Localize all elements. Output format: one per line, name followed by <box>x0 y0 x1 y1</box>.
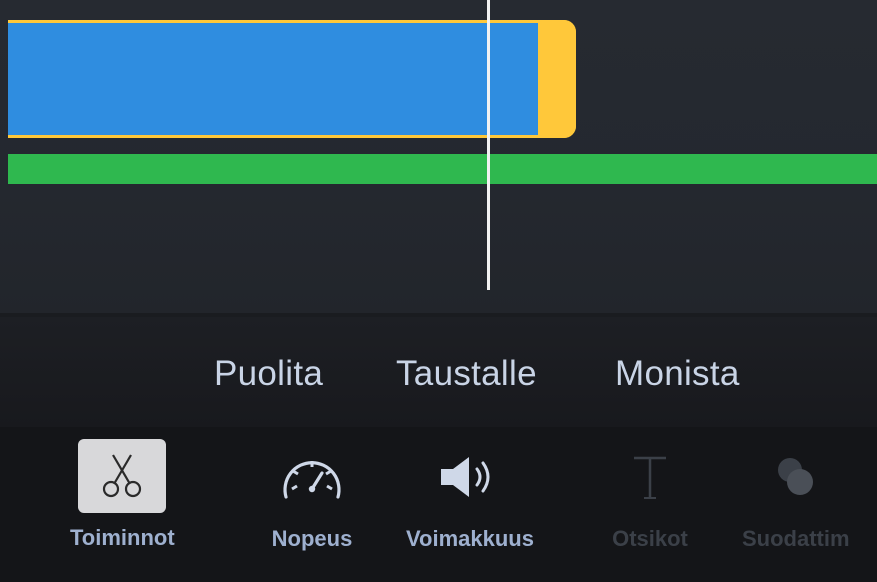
speaker-icon <box>425 439 515 514</box>
tool-titles[interactable]: Otsikot <box>605 439 695 552</box>
tool-label: Otsikot <box>612 526 688 551</box>
duplicate-button[interactable]: Monista <box>615 354 740 394</box>
video-clip-selected[interactable] <box>8 20 576 138</box>
split-button[interactable]: Puolita <box>214 354 323 394</box>
clip-trim-handle[interactable] <box>538 20 576 138</box>
inspector-toolbar: Toiminnot Nopeus Voimakkuus Otsikot Suod… <box>0 427 877 582</box>
scissors-icon <box>78 439 167 513</box>
detach-button[interactable]: Taustalle <box>396 354 537 394</box>
title-t-icon <box>605 439 695 514</box>
action-bar: Puolita Taustalle Monista <box>0 317 877 427</box>
video-editor-screen: Puolita Taustalle Monista Toiminnot Nope… <box>0 0 877 582</box>
tool-speed[interactable]: Nopeus <box>267 439 357 552</box>
tool-label: Nopeus <box>271 526 353 551</box>
video-clip-body[interactable] <box>8 23 538 135</box>
tool-volume[interactable]: Voimakkuus <box>406 439 534 552</box>
filter-circles-icon <box>751 439 841 514</box>
tool-label: Toiminnot <box>70 525 175 550</box>
tool-label: Suodattim <box>742 526 850 551</box>
tool-filters[interactable]: Suodattim <box>742 439 850 552</box>
speedometer-icon <box>267 439 357 514</box>
tool-label: Voimakkuus <box>406 526 534 551</box>
tool-actions[interactable]: Toiminnot <box>70 439 175 551</box>
timeline[interactable] <box>0 0 877 315</box>
audio-track[interactable] <box>8 154 877 184</box>
playhead[interactable] <box>487 0 490 290</box>
